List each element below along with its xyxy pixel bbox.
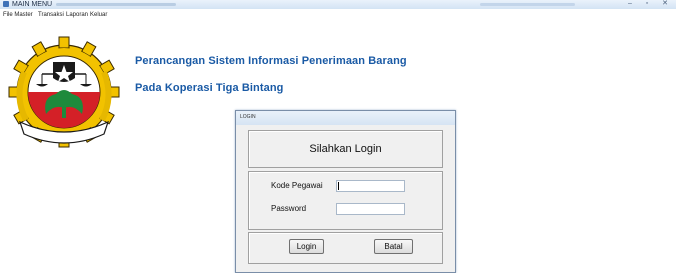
menu-item-file-master[interactable]: File Master xyxy=(3,12,33,18)
koperasi-logo xyxy=(4,30,124,152)
kode-pegawai-label: Kode Pegawai xyxy=(271,181,323,190)
koperasi-logo-image xyxy=(8,36,120,148)
close-icon[interactable]: ✕ xyxy=(658,0,672,8)
window-title: MAIN MENU xyxy=(12,1,53,8)
menu-item-laporan[interactable]: Laporan xyxy=(66,12,88,18)
login-window-title: LOGIN xyxy=(240,114,256,120)
maximize-icon[interactable]: ▫ xyxy=(640,0,654,8)
buttons-panel: Login Batal xyxy=(248,232,443,264)
menu-item-keluar[interactable]: Keluar xyxy=(90,12,107,18)
batal-button[interactable]: Batal xyxy=(374,239,413,254)
login-window: LOGIN Silahkan Login Kode Pegawai Passwo… xyxy=(235,110,456,273)
greeting-panel: Silahkan Login xyxy=(248,130,443,168)
minimize-icon[interactable]: – xyxy=(623,0,637,8)
app-heading-line1: Perancangan Sistem Informasi Penerimaan … xyxy=(135,55,407,67)
app-icon xyxy=(3,1,9,7)
menu-bar: File Master Transaksi Laporan Keluar xyxy=(0,10,676,21)
credentials-panel: Kode Pegawai Password xyxy=(248,171,443,230)
kode-pegawai-input[interactable] xyxy=(336,180,405,192)
menu-item-transaksi[interactable]: Transaksi xyxy=(38,12,64,18)
login-button[interactable]: Login xyxy=(289,239,324,254)
login-titlebar: LOGIN xyxy=(236,111,455,125)
password-label: Password xyxy=(271,204,307,213)
titlebar-blur xyxy=(56,3,176,6)
app-heading-line2: Pada Koperasi Tiga Bintang xyxy=(135,82,284,94)
window-titlebar: MAIN MENU – ▫ ✕ xyxy=(0,0,676,9)
greeting-text: Silahkan Login xyxy=(309,143,382,155)
password-input[interactable] xyxy=(336,203,405,215)
text-caret xyxy=(338,182,339,190)
titlebar-blur-right xyxy=(480,3,575,6)
